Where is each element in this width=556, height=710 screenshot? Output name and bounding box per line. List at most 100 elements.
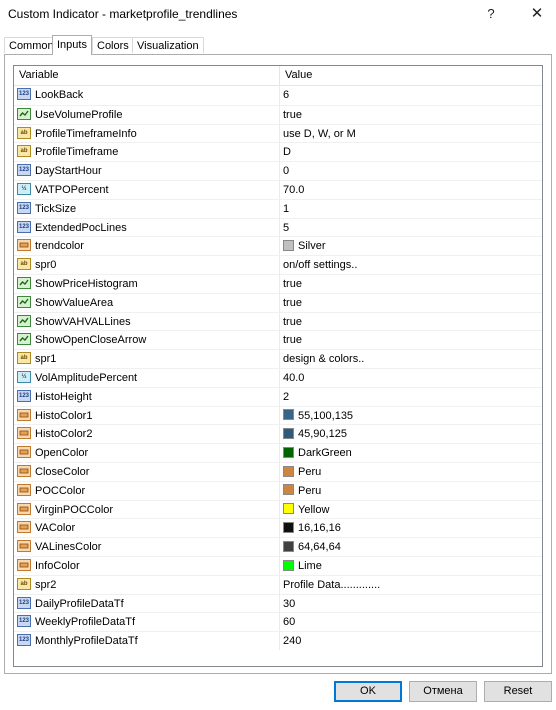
value-cell[interactable]: 60 bbox=[280, 612, 542, 631]
value-cell[interactable]: 1 bbox=[280, 198, 542, 218]
value-text: 60 bbox=[283, 616, 296, 629]
color-swatch bbox=[283, 540, 294, 552]
variable-cell: ½ VolAmplitudePercent bbox=[14, 367, 280, 387]
variable-name: MonthlyProfileDataTf bbox=[35, 635, 138, 648]
cancel-button[interactable]: Отмена bbox=[409, 681, 477, 702]
value-cell[interactable]: Peru bbox=[280, 480, 542, 500]
variable-cell: CloseColor bbox=[14, 461, 280, 481]
variable-name: VolAmplitudePercent bbox=[35, 371, 138, 384]
table-row[interactable]: HistoColor2 45,90,125 bbox=[14, 424, 542, 444]
value-text: 40.0 bbox=[283, 371, 305, 384]
value-cell[interactable]: on/off settings.. bbox=[280, 255, 542, 274]
value-cell[interactable]: 0 bbox=[280, 161, 542, 180]
value-cell[interactable]: 240 bbox=[280, 631, 542, 650]
variable-cell: 123 HistoHeight bbox=[14, 386, 280, 406]
table-row[interactable]: VAColor 16,16,16 bbox=[14, 518, 542, 538]
value-cell[interactable]: true bbox=[280, 273, 542, 293]
value-cell[interactable]: 45,90,125 bbox=[280, 424, 542, 443]
table-row[interactable]: 123 LookBack 6 bbox=[14, 86, 542, 105]
table-row[interactable]: 123 WeeklyProfileDataTf 60 bbox=[14, 612, 542, 632]
table-row[interactable]: VirginPOCColor Yellow bbox=[14, 499, 542, 519]
value-cell[interactable]: Lime bbox=[280, 555, 542, 575]
variable-name: POCColor bbox=[35, 484, 86, 497]
boolean-type-icon bbox=[17, 295, 31, 308]
value-cell[interactable]: 2 bbox=[280, 386, 542, 406]
value-cell[interactable]: 64,64,64 bbox=[280, 537, 542, 556]
value-cell[interactable]: 55,100,135 bbox=[280, 405, 542, 425]
value-cell[interactable]: 70.0 bbox=[280, 179, 542, 199]
tab-visualization[interactable]: Visualization bbox=[132, 37, 204, 53]
variable-name: ProfileTimeframe bbox=[35, 146, 119, 159]
tab-inputs[interactable]: Inputs bbox=[52, 35, 92, 55]
value-cell[interactable]: 6 bbox=[280, 86, 542, 105]
reset-button[interactable]: Reset bbox=[484, 681, 552, 702]
header-variable[interactable]: Variable bbox=[14, 66, 280, 85]
value-cell[interactable]: true bbox=[280, 292, 542, 312]
variable-cell: InfoColor bbox=[14, 555, 280, 575]
table-row[interactable]: UseVolumeProfile true bbox=[14, 104, 542, 124]
value-text: 240 bbox=[283, 635, 302, 648]
table-row[interactable]: ShowOpenCloseArrow true bbox=[14, 330, 542, 350]
table-row[interactable]: ab spr0 on/off settings.. bbox=[14, 255, 542, 274]
table-row[interactable]: CloseColor Peru bbox=[14, 461, 542, 481]
value-cell[interactable]: true bbox=[280, 330, 542, 349]
table-row[interactable]: POCColor Peru bbox=[14, 480, 542, 500]
table-row[interactable]: ShowPriceHistogram true bbox=[14, 273, 542, 293]
value-cell[interactable]: Peru bbox=[280, 461, 542, 481]
table-row[interactable]: ab spr1 design & colors.. bbox=[14, 349, 542, 368]
value-text: D bbox=[283, 146, 291, 159]
boolean-type-icon bbox=[17, 107, 31, 120]
value-cell[interactable]: 30 bbox=[280, 593, 542, 613]
value-cell[interactable]: D bbox=[280, 142, 542, 161]
variable-name: HistoHeight bbox=[35, 390, 92, 403]
help-button[interactable]: ? bbox=[476, 0, 506, 28]
table-row[interactable]: 123 TickSize 1 bbox=[14, 198, 542, 218]
table-row[interactable]: 123 DayStartHour 0 bbox=[14, 161, 542, 180]
table-row[interactable]: ShowVAHVALLines true bbox=[14, 311, 542, 331]
header-value[interactable]: Value bbox=[280, 66, 542, 85]
variable-name: VATPOPercent bbox=[35, 183, 109, 196]
variable-cell: 123 LookBack bbox=[14, 86, 280, 105]
table-row[interactable]: 123 HistoHeight 2 bbox=[14, 386, 542, 406]
table-row[interactable]: ab ProfileTimeframeInfo use D, W, or M bbox=[14, 123, 542, 143]
table-row[interactable]: OpenColor DarkGreen bbox=[14, 443, 542, 462]
value-text: 2 bbox=[283, 390, 290, 403]
value-cell[interactable]: 5 bbox=[280, 217, 542, 237]
value-cell[interactable]: Profile Data............. bbox=[280, 574, 542, 594]
table-row[interactable]: 123 DailyProfileDataTf 30 bbox=[14, 593, 542, 613]
value-cell[interactable]: true bbox=[280, 104, 542, 124]
color-swatch bbox=[283, 239, 294, 251]
value-cell[interactable]: Yellow bbox=[280, 499, 542, 519]
table-row[interactable]: ab ProfileTimeframe D bbox=[14, 142, 542, 162]
variable-cell: ShowOpenCloseArrow bbox=[14, 330, 280, 350]
boolean-type-icon bbox=[17, 277, 31, 290]
value-cell[interactable]: DarkGreen bbox=[280, 443, 542, 462]
table-row[interactable]: VALinesColor 64,64,64 bbox=[14, 537, 542, 556]
variable-cell: ½ VATPOPercent bbox=[14, 179, 280, 199]
double-type-icon: ½ bbox=[17, 371, 31, 384]
variable-name: VAColor bbox=[35, 522, 76, 535]
color-swatch bbox=[283, 559, 294, 571]
ok-button[interactable]: OK bbox=[334, 681, 402, 702]
value-cell[interactable]: use D, W, or M bbox=[280, 123, 542, 143]
table-row[interactable]: ShowValueArea true bbox=[14, 292, 542, 312]
table-row[interactable]: ½ VolAmplitudePercent 40.0 bbox=[14, 367, 542, 387]
tab-colors[interactable]: Colors bbox=[92, 37, 134, 53]
table-row[interactable]: ½ VATPOPercent 70.0 bbox=[14, 179, 542, 199]
table-row[interactable]: 123 MonthlyProfileDataTf 240 bbox=[14, 631, 542, 650]
table-row[interactable]: trendcolor Silver bbox=[14, 236, 542, 256]
double-type-icon: ½ bbox=[17, 183, 31, 196]
table-row[interactable]: ab spr2 Profile Data............. bbox=[14, 574, 542, 594]
value-cell[interactable]: 40.0 bbox=[280, 367, 542, 387]
value-cell[interactable]: true bbox=[280, 311, 542, 331]
close-button[interactable]: ✕ bbox=[522, 0, 552, 28]
value-cell[interactable]: Silver bbox=[280, 236, 542, 255]
variable-name: HistoColor1 bbox=[35, 409, 93, 422]
value-cell[interactable]: design & colors.. bbox=[280, 349, 542, 368]
value-cell[interactable]: 16,16,16 bbox=[280, 518, 542, 537]
variable-cell: HistoColor1 bbox=[14, 405, 280, 425]
table-row[interactable]: InfoColor Lime bbox=[14, 555, 542, 575]
table-row[interactable]: HistoColor1 55,100,135 bbox=[14, 405, 542, 425]
table-row[interactable]: 123 ExtendedPocLines 5 bbox=[14, 217, 542, 237]
tab-common[interactable]: Common bbox=[4, 37, 59, 53]
